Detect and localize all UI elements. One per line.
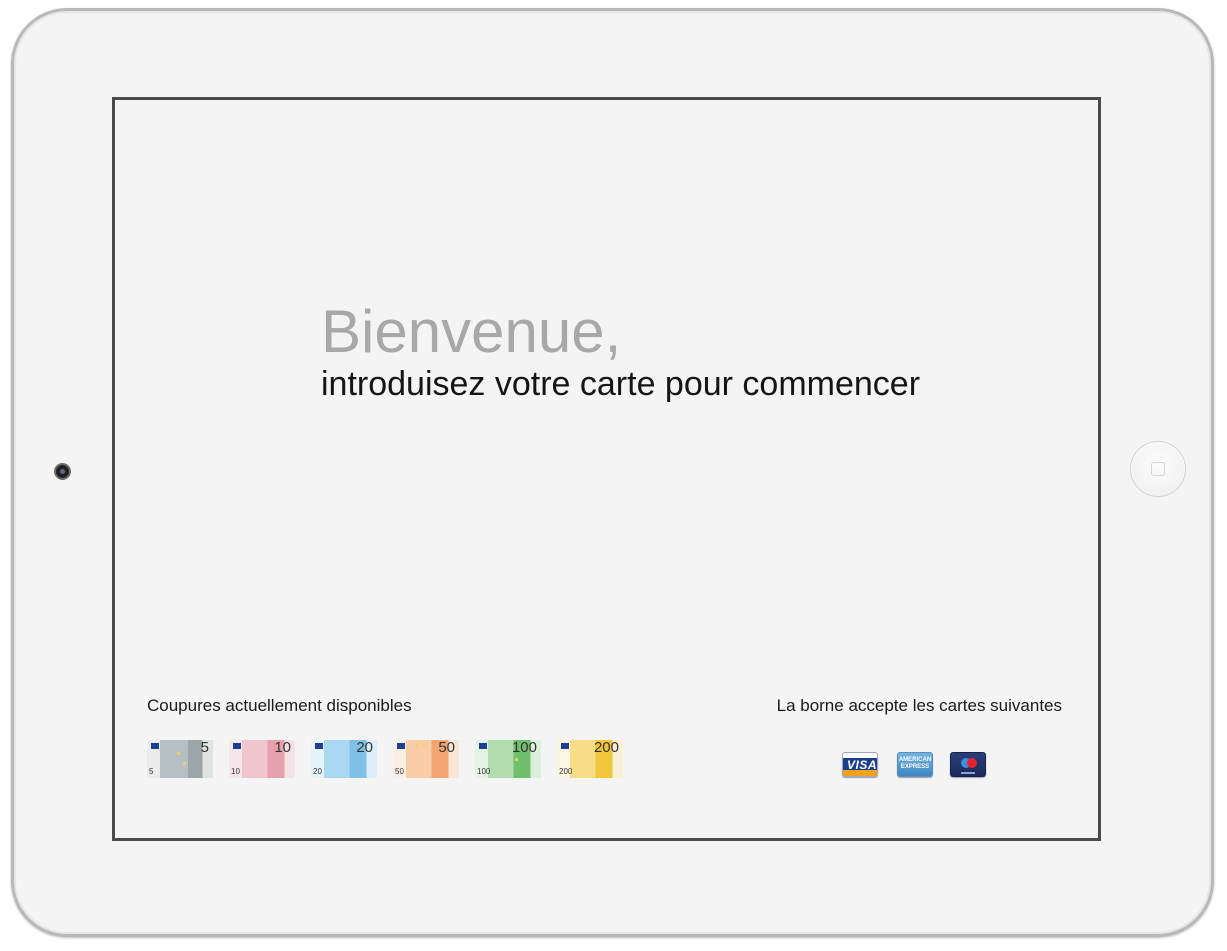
kiosk-screen: Bienvenue, introduisez votre carte pour … [112, 97, 1101, 841]
banknote-10-value: 10 [274, 740, 291, 756]
camera-icon [54, 463, 71, 480]
home-button[interactable] [1130, 441, 1186, 497]
home-square-icon [1151, 462, 1165, 476]
banknote-50-value: 50 [438, 740, 455, 756]
banknote-100-icon: 100 100 [475, 740, 541, 778]
banknote-20-value: 20 [356, 740, 373, 756]
banknote-5-value: 5 [200, 740, 209, 756]
banknote-10-icon: 10 10 [229, 740, 295, 778]
banknote-100-value: 100 [511, 740, 537, 756]
welcome-title: Bienvenue, [321, 298, 622, 365]
insert-card-instruction: introduisez votre carte pour commencer [321, 365, 921, 403]
visa-card-icon: VISA [842, 752, 878, 777]
american-express-card-icon: AMERICAN EXPRESS [897, 752, 933, 777]
cards-label: La borne accepte les cartes suivantes [776, 696, 1062, 715]
banknote-200-value: 200 [593, 740, 619, 756]
maestro-card-icon [950, 752, 986, 777]
banknotes-label: Coupures actuellement disponibles [147, 696, 412, 715]
banknote-200-icon: 200 200 [557, 740, 623, 778]
banknote-5-icon: 5 5 [147, 740, 213, 778]
banknote-50-icon: 50 50 [393, 740, 459, 778]
banknote-20-icon: 20 20 [311, 740, 377, 778]
